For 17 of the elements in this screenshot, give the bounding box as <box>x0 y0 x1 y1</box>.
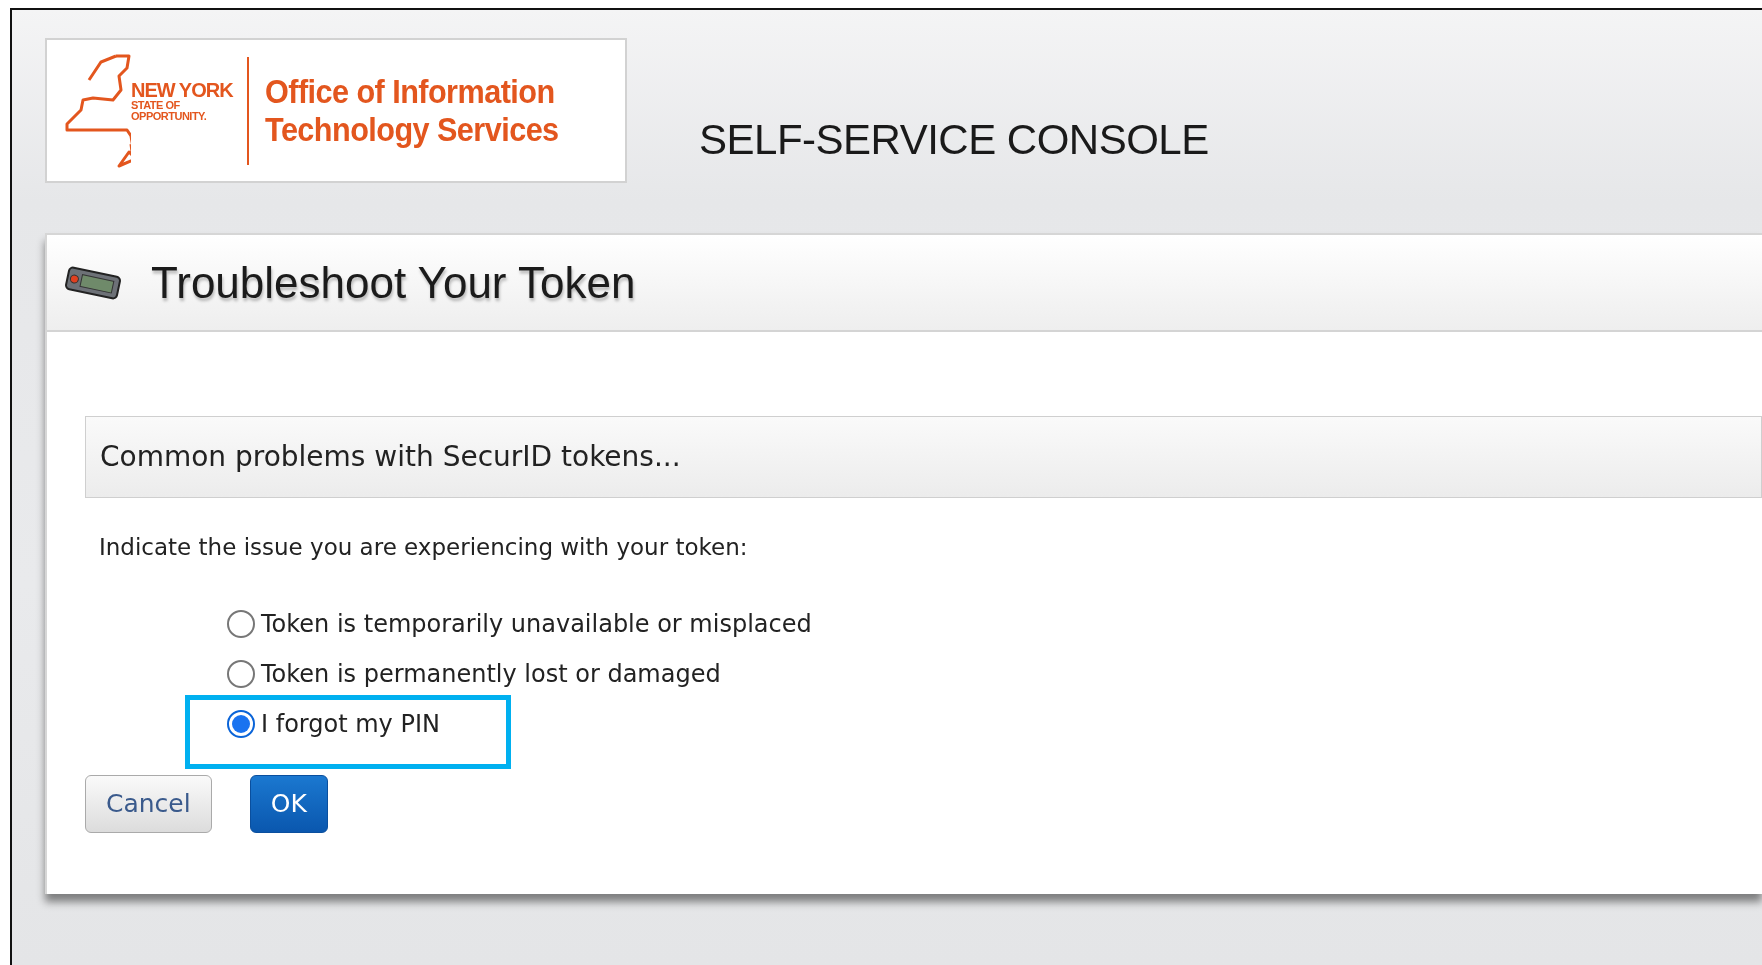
option-label[interactable]: Token is permanently lost or damaged <box>261 655 721 692</box>
logo-text: NEW YORK <box>131 79 233 100</box>
logo-title: Technology Services <box>264 110 559 148</box>
panel-title: Troubleshoot Your Token <box>151 256 636 309</box>
section-title: Common problems with SecurID tokens... <box>100 439 681 475</box>
radio-button[interactable] <box>227 609 255 638</box>
ok-button[interactable]: OK <box>249 774 328 833</box>
logo-text: STATE OF <box>131 99 181 111</box>
option-label[interactable]: I forgot my PIN <box>261 705 440 742</box>
cancel-button[interactable]: Cancel <box>85 774 212 833</box>
logo-title: Office of Information <box>264 73 556 111</box>
radio-button[interactable] <box>227 709 255 738</box>
radio-button[interactable] <box>227 659 255 688</box>
console-title: SELF-SERVICE CONSOLE <box>699 115 1209 165</box>
instruction-text: Indicate the issue you are experiencing with your token: <box>99 533 749 562</box>
logo-text: OPPORTUNITY. <box>131 110 208 122</box>
option-label[interactable]: Token is temporarily unavailable or misplaced <box>261 605 812 642</box>
